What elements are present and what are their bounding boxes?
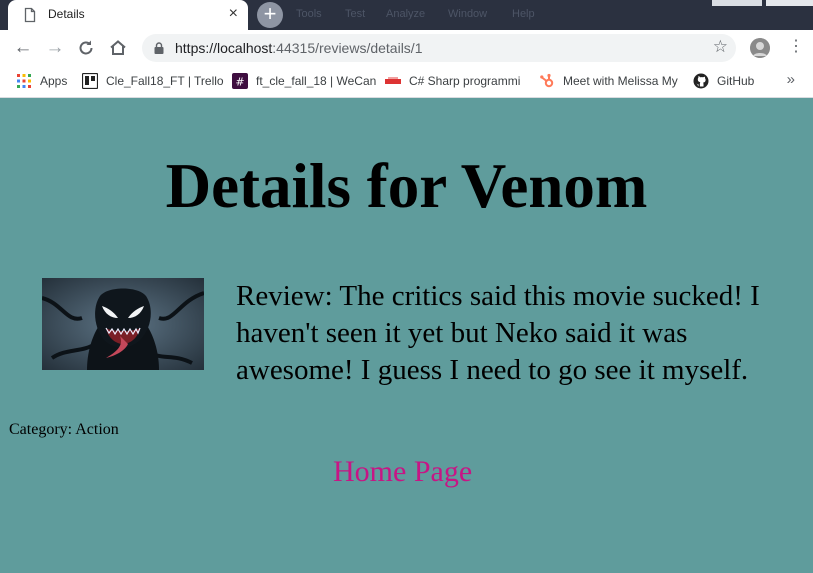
slack-icon: # [232, 73, 248, 89]
page-content: Details for Venom Review: The critics sa… [0, 98, 813, 573]
maximize-button[interactable] [766, 0, 813, 6]
hubspot-icon [540, 73, 554, 88]
url-text: https://localhost:44315/reviews/details/… [175, 40, 422, 56]
ghost-menu-analyze: Analyze [386, 8, 426, 20]
bookmark-label: GitHub [717, 74, 755, 88]
browser-toolbar: ← → https://localhost:44315/reviews/deta… [0, 30, 813, 66]
bookmark-label: Cle_Fall18_FT | Trello [106, 74, 224, 88]
reload-icon[interactable] [76, 38, 96, 58]
home-page-link[interactable]: Home Page [333, 455, 472, 489]
close-tab-icon[interactable]: × [229, 5, 238, 23]
tab-title: Details [48, 7, 85, 21]
apps-grid-icon [17, 74, 31, 88]
review-text: Review: The critics said this movie suck… [236, 280, 760, 386]
page-title: Details for Venom [165, 151, 648, 221]
bookmark-slack[interactable]: # ft_cle_fall_18 | WeCan [232, 73, 376, 89]
profile-avatar[interactable] [750, 38, 770, 58]
bookmark-csharp[interactable]: C# Sharp programmi [385, 73, 520, 89]
ghost-menu-test: Test [345, 8, 366, 20]
bookmarks-bar: Apps Cle_Fall18_FT | Trello # ft_cle_fal… [0, 66, 813, 98]
avatar-icon [750, 38, 770, 58]
svg-text:#: # [235, 76, 244, 89]
trello-icon [82, 73, 98, 89]
bookmark-label: C# Sharp programmi [409, 74, 521, 88]
new-tab-button[interactable]: + [257, 2, 283, 28]
bookmark-label: Meet with Melissa My [563, 74, 678, 88]
ghost-menu-window: Window [448, 8, 488, 20]
lock-icon [154, 42, 164, 54]
browser-tab[interactable]: Details × [8, 0, 248, 30]
url-host: https://localhost [175, 40, 273, 56]
document-icon [24, 7, 36, 23]
ghost-menu-tools: Tools [296, 8, 322, 20]
bookmarks-overflow-icon[interactable]: » [787, 71, 795, 88]
home-icon[interactable] [108, 38, 128, 58]
bookmark-label: Apps [40, 74, 68, 88]
movie-poster-image [42, 278, 204, 370]
bookmark-github[interactable]: GitHub [693, 73, 754, 89]
github-icon [693, 73, 709, 89]
address-bar[interactable]: https://localhost:44315/reviews/details/… [142, 34, 736, 62]
w3resource-icon [385, 77, 401, 84]
back-arrow-icon[interactable]: ← [12, 37, 34, 59]
bookmark-trello[interactable]: Cle_Fall18_FT | Trello [82, 73, 224, 89]
bookmark-label: ft_cle_fall_18 | WeCan [256, 74, 377, 88]
forward-arrow-icon[interactable]: → [44, 37, 66, 59]
ghost-menu-help: Help [512, 8, 535, 20]
bookmark-hubspot[interactable]: Meet with Melissa My [539, 73, 678, 89]
category-label: Category: Action [9, 421, 119, 438]
tab-strip: Tools Test Analyze Window Help Details ×… [0, 0, 813, 30]
minimize-button[interactable] [712, 0, 762, 6]
url-path: :44315/reviews/details/1 [272, 40, 423, 56]
kebab-menu-icon[interactable]: ⋮ [788, 36, 804, 58]
bookmark-apps[interactable]: Apps [16, 73, 67, 89]
bookmark-star-icon[interactable]: ☆ [713, 37, 728, 57]
